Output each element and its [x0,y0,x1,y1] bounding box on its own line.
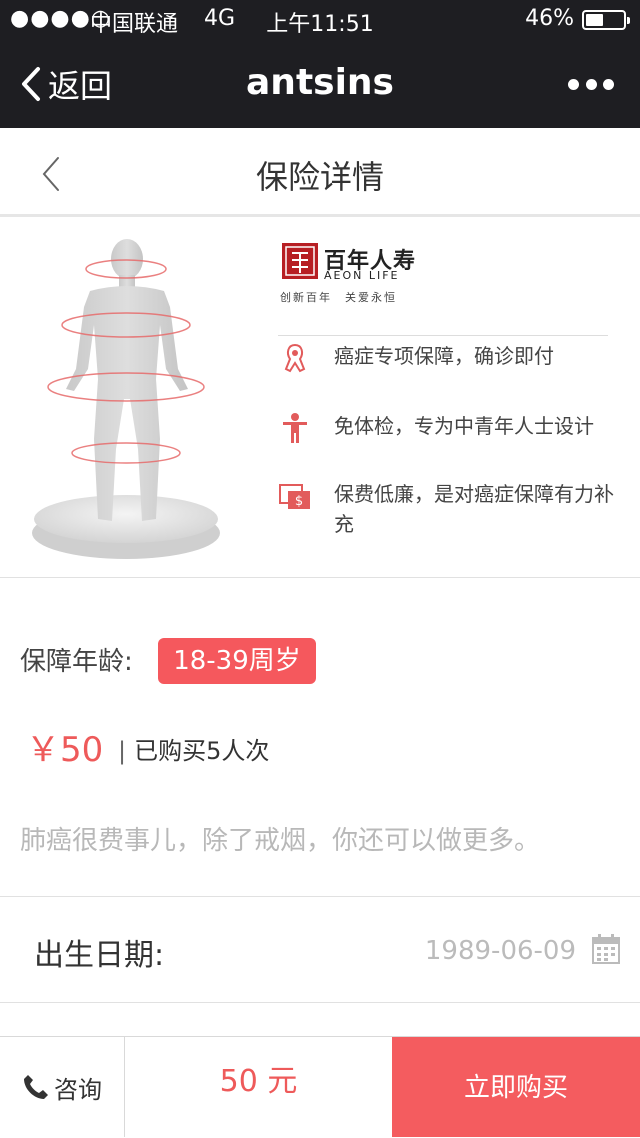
buy-now-button[interactable]: 立即购买 [392,1037,640,1137]
nav-title: antsins [246,62,394,103]
price: ￥50 [26,730,104,770]
feature-text: 癌症专项保障，确诊即付 [334,344,554,368]
insurer-english-name: AEON LIFE [324,269,400,282]
product-panel: 百年人寿 AEON LIFE 创新百年 关爱永恒 癌症专项保障，确诊即付 免体检… [0,217,640,578]
cancer-ribbon-icon [284,343,306,373]
battery-icon [582,10,630,30]
nav-bar: 返回 antsins [0,40,640,128]
birth-date-input[interactable] [330,928,578,974]
purchase-count: | 已购买5人次 [118,731,269,766]
feature-text: 保费低廉，是对癌症保障有力补充 [334,482,614,536]
more-dot-icon [603,78,614,90]
feature-text: 免体检，专为中青年人士设计 [334,414,594,438]
more-dot-icon [585,78,597,90]
purchase-count-text: 已购买5人次 [134,737,270,765]
consult-button[interactable]: 咨询 [0,1037,125,1137]
status-bar: ●●●●○ 中国联通 4G 上午11:51 46% [0,0,640,40]
insurer-brand: 百年人寿 AEON LIFE 创新百年 关爱永恒 [278,241,608,336]
human-body-illustration [32,239,220,559]
price-separator: | [118,737,127,765]
divider [0,896,640,897]
person-icon [283,413,307,443]
page-header: 保险详情 [0,128,640,217]
battery-percent: 46% [525,6,574,31]
dollar-card-icon: $ [279,484,310,509]
total-price: 50 元 [219,1064,298,1099]
product-description: 肺癌很费事儿，除了戒烟，你还可以做更多。 [20,826,541,856]
insurer-slogan: 创新百年 关爱永恒 [280,291,397,304]
divider [0,1002,640,1003]
age-range-badge: 18-39周岁 [158,638,316,684]
svg-text:$: $ [295,494,303,509]
consult-label: 咨询 [54,1075,102,1104]
page-title: 保险详情 [255,158,384,196]
birth-date-label: 出生日期: [34,938,165,973]
more-menu-button[interactable] [568,76,614,92]
more-dot-icon [568,78,579,90]
insurer-logo-icon [282,243,318,279]
phone-icon [24,1075,48,1099]
bottom-action-bar: 咨询 50 元 立即购买 [0,1036,640,1137]
age-label: 保障年龄: [20,647,133,677]
calendar-icon[interactable] [592,934,620,964]
